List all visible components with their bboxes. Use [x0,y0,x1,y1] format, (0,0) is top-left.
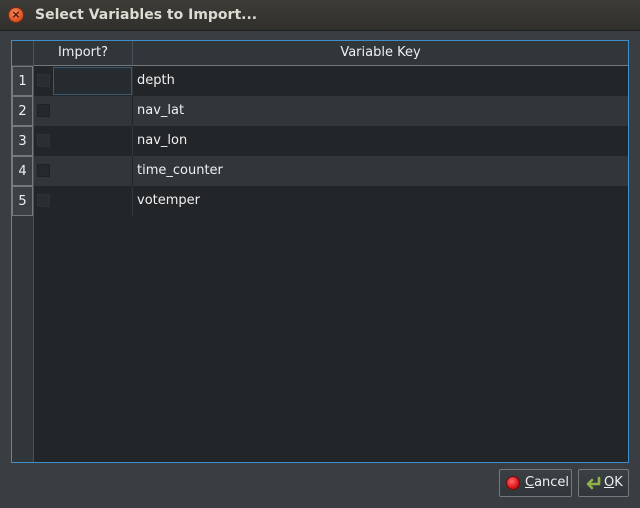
table-row[interactable]: time_counter [34,156,628,186]
table-row[interactable]: depth [34,66,628,96]
row-number[interactable]: 5 [12,186,33,216]
ok-icon [586,476,601,490]
variable-key-cell[interactable]: depth [137,66,175,96]
cancel-button[interactable]: Cancel [499,469,572,497]
ok-button[interactable]: OK [578,469,629,497]
import-cell[interactable] [34,186,133,216]
table-corner [12,41,34,66]
table-row[interactable]: votemper [34,186,628,216]
import-cell[interactable] [34,66,133,96]
row-number[interactable]: 3 [12,126,33,156]
table-row[interactable]: nav_lat [34,96,628,126]
column-header-import[interactable]: Import? [34,41,133,66]
import-checkbox[interactable] [37,164,50,177]
variable-key-cell[interactable]: nav_lat [137,96,184,126]
row-number[interactable]: 4 [12,156,33,186]
column-header-variable-key[interactable]: Variable Key [133,41,628,66]
import-checkbox[interactable] [37,74,50,87]
cancel-icon [506,476,520,490]
import-checkbox[interactable] [37,134,50,147]
close-icon[interactable]: × [8,7,24,23]
cancel-button-label: Cancel [525,475,570,490]
title-bar: × Select Variables to Import... [0,0,640,31]
import-cell[interactable] [34,96,133,126]
variable-key-cell[interactable]: votemper [137,186,200,216]
row-header-column: 1 2 3 4 5 [12,66,34,462]
import-cell[interactable] [34,126,133,156]
row-number[interactable]: 2 [12,96,33,126]
variable-key-cell[interactable]: time_counter [137,156,223,186]
row-number[interactable]: 1 [12,66,33,96]
import-checkbox[interactable] [37,104,50,117]
table-row[interactable]: nav_lon [34,126,628,156]
import-cell[interactable] [34,156,133,186]
variables-table: Import? Variable Key 1 2 3 4 5 depth nav… [11,40,629,463]
window-title: Select Variables to Import... [35,7,258,23]
variable-key-cell[interactable]: nav_lon [137,126,187,156]
focused-cell-editor[interactable] [53,67,132,95]
ok-button-label: OK [604,475,623,490]
import-checkbox[interactable] [37,194,50,207]
